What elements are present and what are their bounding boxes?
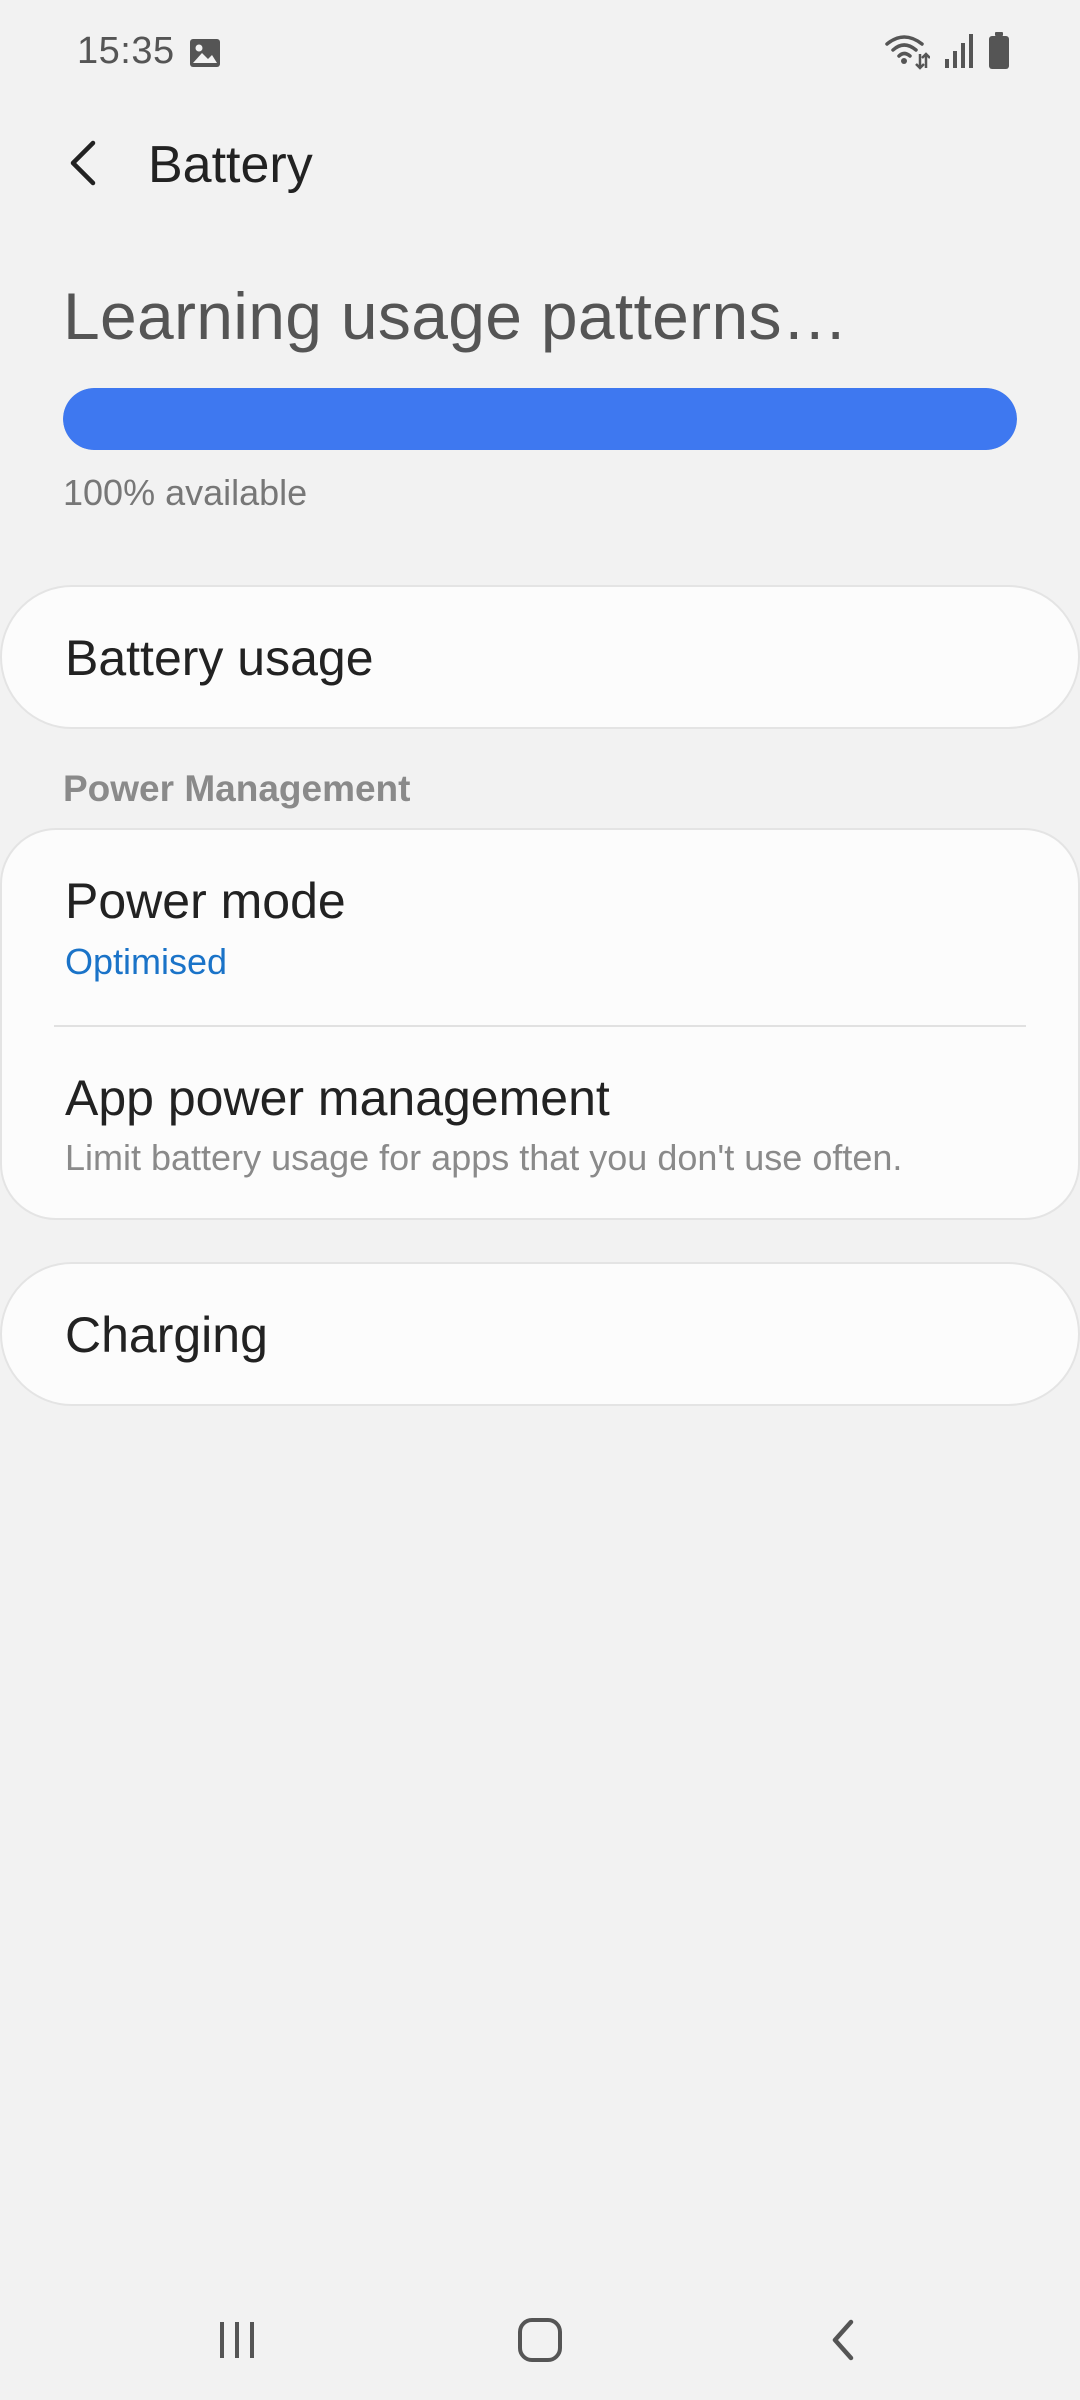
page-title: Battery (148, 136, 313, 194)
charging-row[interactable]: Charging (0, 1262, 1080, 1406)
app-power-management-description: Limit battery usage for apps that you do… (65, 1137, 903, 1178)
power-mode-value: Optimised (65, 941, 228, 982)
status-time: 15:35 (77, 30, 175, 72)
battery-icon (988, 32, 1010, 75)
charging-label: Charging (65, 1307, 268, 1363)
power-mode-row[interactable]: Power mode Optimised (2, 830, 1078, 1025)
power-mode-label: Power mode (65, 873, 346, 929)
status-icons (884, 32, 1010, 75)
app-power-management-label: App power management (65, 1070, 610, 1126)
battery-level-fill (63, 388, 1017, 450)
app-bar: Battery (0, 115, 1080, 215)
nav-back-button[interactable] (798, 2302, 888, 2382)
battery-status-headline: Learning usage patterns… (63, 279, 849, 353)
power-management-card: Power mode Optimised App power managemen… (0, 828, 1080, 1220)
battery-available-text: 100% available (63, 472, 308, 513)
battery-level-bar (63, 388, 1017, 450)
home-button[interactable] (495, 2302, 585, 2382)
gallery-icon (189, 38, 221, 68)
battery-usage-label: Battery usage (65, 630, 374, 686)
recents-button[interactable] (192, 2302, 282, 2382)
back-button[interactable] (48, 130, 118, 200)
back-icon (823, 2316, 863, 2369)
chevron-left-icon (63, 138, 103, 193)
recents-icon (215, 2318, 259, 2367)
home-icon (516, 2316, 564, 2369)
app-power-management-row[interactable]: App power management Limit battery usage… (2, 1027, 1078, 1220)
wifi-icon (884, 32, 931, 75)
status-bar: 15:35 (0, 0, 1080, 105)
battery-usage-row[interactable]: Battery usage (0, 585, 1080, 729)
signal-icon (944, 33, 974, 74)
power-management-header: Power Management (63, 768, 411, 809)
navigation-bar (0, 2280, 1080, 2400)
